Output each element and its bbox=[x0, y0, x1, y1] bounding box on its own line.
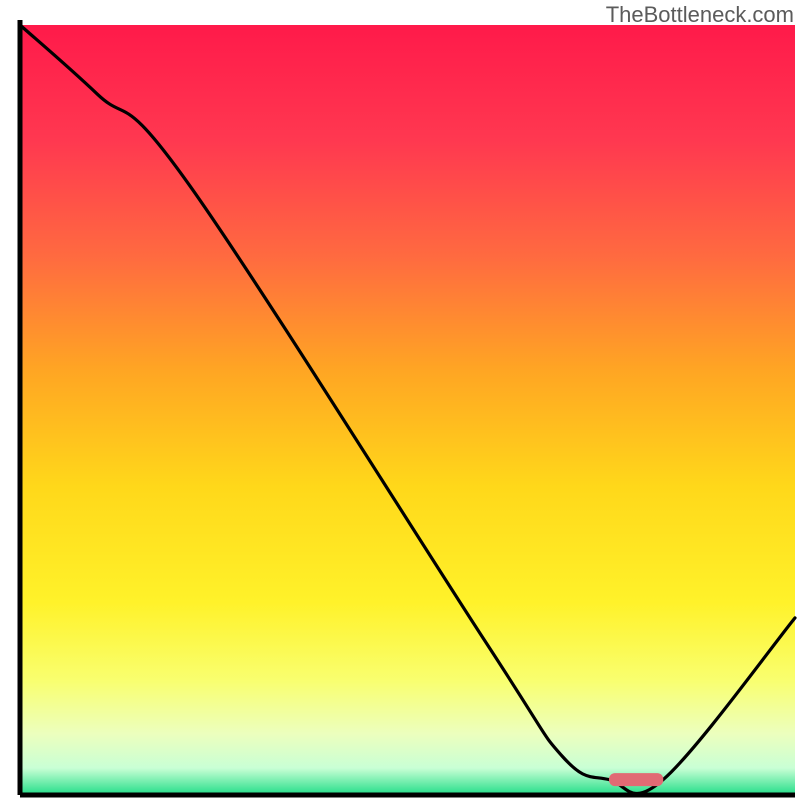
chart-container: TheBottleneck.com bbox=[0, 0, 800, 800]
plot-background bbox=[20, 25, 795, 795]
bottleneck-chart bbox=[0, 0, 800, 800]
optimum-marker bbox=[609, 773, 663, 786]
